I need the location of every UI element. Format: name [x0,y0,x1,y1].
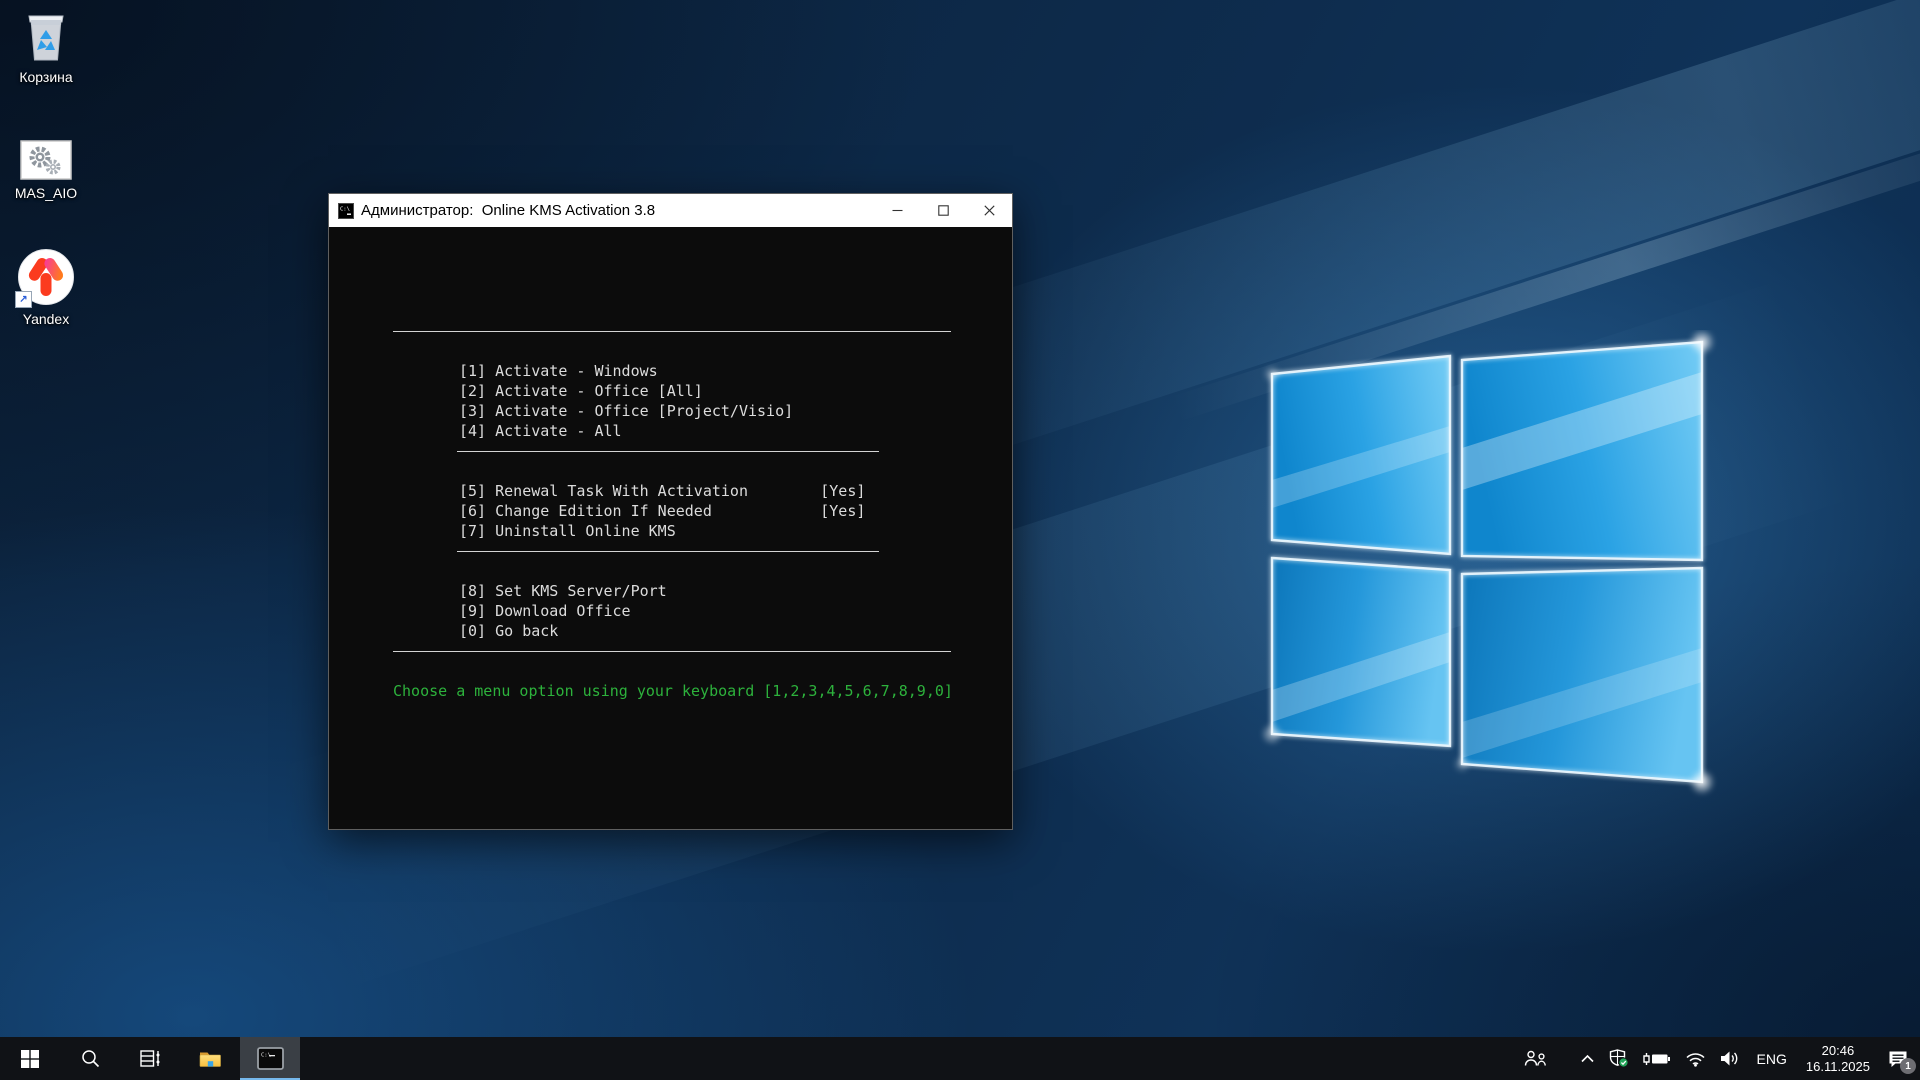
battery-button[interactable] [1636,1037,1678,1080]
yandex-browser-icon: ↗ [17,248,75,306]
console-menu-line: [0] Go back [459,621,1012,641]
window-title: Администратор: Online KMS Activation 3.8 [361,202,655,219]
batch-file-gears-icon [0,140,92,180]
clock-time: 20:46 [1822,1043,1855,1059]
console-separator [393,641,951,661]
command-prompt-button[interactable]: C:\ [240,1037,300,1080]
console-blank-line [459,561,1012,581]
desktop-icon-mas-aio[interactable]: MAS_AIO [0,140,92,201]
console-separator [457,541,879,561]
close-icon [984,205,995,216]
folder-icon [199,1049,222,1068]
console-blank-line [459,341,1012,361]
console-window: C:\ Администратор: Online KMS Activation… [328,193,1013,830]
console-menu-line: [9] Download Office [459,601,1012,621]
chevron-up-icon [1580,1053,1595,1064]
desktop-icon-yandex[interactable]: ↗ Yandex [0,248,92,327]
console-menu-line: [1] Activate - Windows [459,361,1012,381]
desktop-icon-label: Yandex [0,311,92,327]
recycle-bin-icon [0,8,92,64]
console-window-icon: C:\ [257,1047,284,1070]
start-button[interactable] [0,1037,60,1080]
window-titlebar[interactable]: C:\ Администратор: Online KMS Activation… [329,194,1012,227]
minimize-icon [892,205,903,216]
battery-charging-icon [1643,1051,1671,1067]
console-separator [393,321,951,341]
minimize-button[interactable] [874,194,920,227]
console-menu-line: [4] Activate - All [459,421,1012,441]
taskbar-clock[interactable]: 20:46 16.11.2025 [1797,1037,1879,1080]
desktop-icon-recycle-bin[interactable]: Корзина [0,8,92,85]
volume-button[interactable] [1713,1037,1747,1080]
windows-logo-icon [21,1050,39,1068]
maximize-button[interactable] [920,194,966,227]
console-menu-line: [3] Activate - Office [Project/Visio] [459,401,1012,421]
console-menu-line: [2] Activate - Office [All] [459,381,1012,401]
close-button[interactable] [966,194,1012,227]
shortcut-arrow-icon: ↗ [15,291,32,308]
network-button[interactable] [1678,1037,1713,1080]
language-indicator[interactable]: ENG [1747,1037,1797,1080]
console-blank-line [459,661,1012,681]
action-center-button[interactable]: 1 [1879,1037,1920,1080]
desktop-icon-label: Корзина [0,69,92,85]
task-view-icon [140,1049,161,1068]
notification-badge: 1 [1900,1058,1916,1074]
search-button[interactable] [60,1037,120,1080]
taskbar: C:\ [0,1037,1920,1080]
search-icon [81,1049,100,1068]
maximize-icon [938,205,949,216]
people-icon [1524,1050,1548,1067]
clock-date: 16.11.2025 [1806,1059,1870,1075]
show-hidden-icons-button[interactable] [1573,1037,1602,1080]
console-menu-line: [5] Renewal Task With Activation [Yes] [459,481,1012,501]
command-prompt-icon: C:\ [338,203,354,219]
console-output[interactable]: [1] Activate - Windows[2] Activate - Off… [329,227,1012,829]
defender-shield-icon [1609,1049,1629,1068]
console-menu-line: [8] Set KMS Server/Port [459,581,1012,601]
console-separator [457,441,879,461]
wallpaper-windows-logo [1250,330,1720,800]
svg-text:C:\: C:\ [340,206,350,212]
console-prompt-line: Choose a menu option using your keyboard… [393,681,1012,701]
volume-icon [1720,1050,1740,1067]
file-explorer-button[interactable] [180,1037,240,1080]
wifi-icon [1685,1051,1706,1067]
console-blank-line [459,461,1012,481]
console-menu-line: [7] Uninstall Online KMS [459,521,1012,541]
task-view-button[interactable] [120,1037,180,1080]
desktop-icon-label: MAS_AIO [0,185,92,201]
system-tray: ENG 20:46 16.11.2025 1 [1517,1037,1920,1080]
defender-button[interactable] [1602,1037,1636,1080]
people-button[interactable] [1517,1037,1555,1080]
console-menu-line: [6] Change Edition If Needed [Yes] [459,501,1012,521]
